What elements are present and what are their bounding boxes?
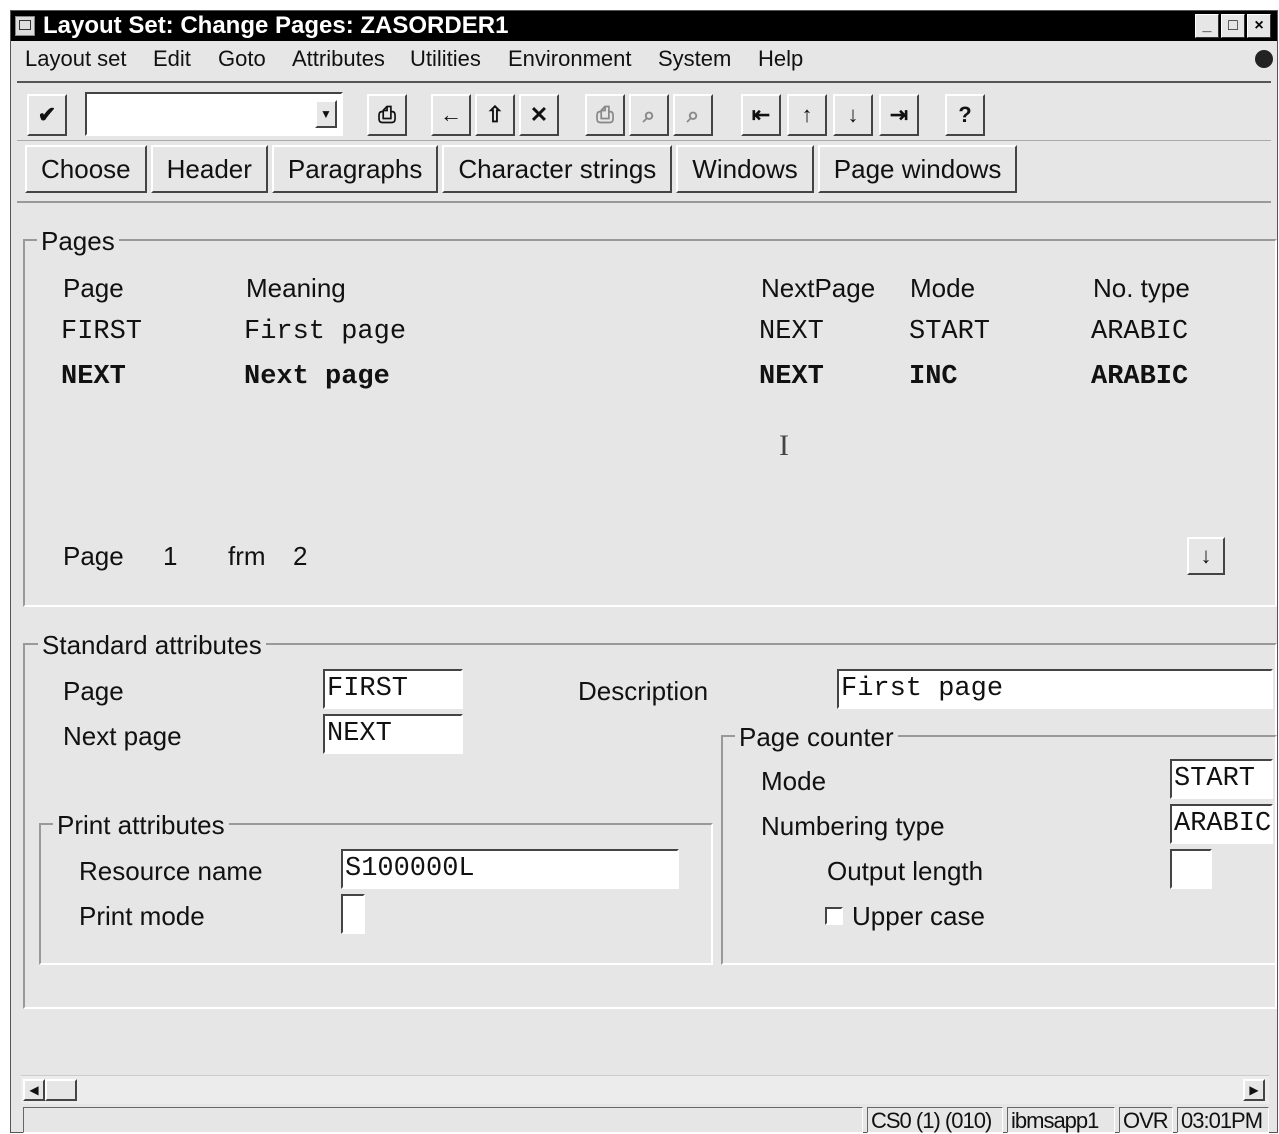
sap-window: Layout Set: Change Pages: ZASORDER1 _ □ … bbox=[10, 10, 1278, 1133]
print-mode-field[interactable] bbox=[341, 894, 365, 934]
page-field[interactable]: FIRST bbox=[323, 669, 463, 709]
header-button[interactable]: Header bbox=[150, 145, 268, 193]
status-insert-mode[interactable]: OVR bbox=[1119, 1107, 1173, 1133]
scroll-thumb[interactable] bbox=[45, 1079, 77, 1101]
exit-up-icon[interactable]: ⇧ bbox=[475, 94, 515, 136]
previous-page-icon[interactable]: ↑ bbox=[787, 94, 827, 136]
sap-app-icon[interactable] bbox=[15, 16, 35, 36]
next-page-label: Next page bbox=[63, 721, 182, 751]
col-header-number-type: No. type bbox=[1093, 273, 1190, 303]
save-icon[interactable]: ⎙ bbox=[367, 94, 407, 136]
menu-edit[interactable]: Edit bbox=[153, 44, 191, 74]
close-button[interactable]: × bbox=[1247, 14, 1271, 38]
numbering-type-field[interactable]: ARABIC bbox=[1170, 804, 1273, 844]
standard-attributes-title: Standard attributes bbox=[38, 631, 266, 659]
upper-case-label: Upper case bbox=[852, 901, 985, 931]
scroll-right-icon[interactable]: ▶ bbox=[1243, 1079, 1265, 1101]
title-bar: Layout Set: Change Pages: ZASORDER1 _ □ … bbox=[11, 11, 1277, 41]
col-header-nextpage: NextPage bbox=[761, 273, 876, 303]
print-attributes-title: Print attributes bbox=[53, 811, 229, 839]
paragraphs-button[interactable]: Paragraphs bbox=[271, 145, 439, 193]
row-nextpage: NEXT bbox=[759, 362, 824, 392]
first-page-icon[interactable]: ⇤ bbox=[741, 94, 781, 136]
pager-label: Page bbox=[63, 541, 124, 571]
windows-button[interactable]: Windows bbox=[676, 145, 814, 193]
menu-layout-set[interactable]: Layout set bbox=[25, 44, 127, 74]
find-next-icon[interactable]: ⌕ bbox=[673, 94, 713, 136]
menu-utilities[interactable]: Utilities bbox=[410, 44, 481, 74]
pager-total: 2 bbox=[293, 541, 308, 571]
description-field[interactable]: First page bbox=[837, 669, 1273, 709]
help-icon[interactable]: ? bbox=[945, 94, 985, 136]
page-counter-title: Page counter bbox=[735, 723, 898, 751]
character-strings-button[interactable]: Character strings bbox=[442, 145, 673, 193]
status-bar: CS0 (1) (010) ibmsapp1 OVR 03:01PM bbox=[17, 1105, 1273, 1133]
row-number-type: ARABIC bbox=[1091, 317, 1189, 347]
divider bbox=[17, 201, 1271, 203]
cancel-icon[interactable]: ✕ bbox=[519, 94, 559, 136]
menu-help[interactable]: Help bbox=[758, 44, 803, 74]
row-meaning: First page bbox=[244, 317, 407, 347]
row-number-type: ARABIC bbox=[1091, 362, 1189, 392]
find-icon[interactable]: ⌕ bbox=[629, 94, 669, 136]
col-header-mode: Mode bbox=[910, 273, 976, 303]
last-page-icon[interactable]: ⇥ bbox=[879, 94, 919, 136]
status-system: CS0 (1) (010) bbox=[867, 1107, 1003, 1133]
pages-frame-title: Pages bbox=[37, 227, 119, 255]
numbering-type-label: Numbering type bbox=[761, 811, 945, 841]
description-label: Description bbox=[578, 676, 709, 706]
page-down-icon[interactable]: ↓ bbox=[1187, 537, 1225, 575]
row-mode: START bbox=[909, 317, 991, 347]
choose-button[interactable]: Choose bbox=[25, 145, 147, 193]
minimize-button[interactable]: _ bbox=[1195, 14, 1219, 38]
text-cursor-icon: I bbox=[779, 429, 789, 462]
maximize-button[interactable]: □ bbox=[1221, 14, 1245, 38]
application-toolbar: Choose Header Paragraphs Character strin… bbox=[25, 145, 1021, 195]
status-message bbox=[23, 1107, 863, 1133]
command-field[interactable]: ▼ bbox=[85, 92, 343, 136]
mode-field[interactable]: START bbox=[1170, 759, 1273, 799]
chevron-down-icon[interactable]: ▼ bbox=[315, 100, 337, 128]
output-length-label: Output length bbox=[827, 856, 984, 886]
resource-name-label: Resource name bbox=[79, 856, 263, 886]
mode-label: Mode bbox=[761, 766, 827, 796]
menu-environment[interactable]: Environment bbox=[508, 44, 632, 74]
menu-goto[interactable]: Goto bbox=[218, 44, 266, 74]
row-nextpage: NEXT bbox=[759, 317, 824, 347]
output-length-field[interactable] bbox=[1170, 849, 1212, 889]
next-page-icon[interactable]: ↓ bbox=[833, 94, 873, 136]
pages-frame bbox=[23, 239, 1277, 607]
row-meaning: Next page bbox=[244, 362, 390, 392]
window-title: Layout Set: Change Pages: ZASORDER1 bbox=[43, 12, 509, 39]
resource-name-field[interactable]: S100000L bbox=[341, 849, 679, 889]
col-header-page: Page bbox=[63, 273, 124, 303]
print-attributes-frame bbox=[39, 823, 713, 965]
col-header-meaning: Meaning bbox=[246, 273, 346, 303]
system-exit-icon[interactable] bbox=[1255, 50, 1273, 68]
row-mode: INC bbox=[909, 362, 958, 392]
enter-check-icon[interactable]: ✔ bbox=[27, 94, 67, 136]
pager-frm-label: frm bbox=[228, 541, 266, 571]
scroll-left-icon[interactable]: ◀ bbox=[23, 1079, 45, 1101]
print-icon[interactable]: ⎙ bbox=[585, 94, 625, 136]
horizontal-scrollbar[interactable]: ◀ ▶ bbox=[21, 1075, 1269, 1104]
menu-attributes[interactable]: Attributes bbox=[292, 44, 385, 74]
menu-bar: Layout set Edit Goto Attributes Utilitie… bbox=[11, 44, 1277, 76]
page-label: Page bbox=[63, 676, 124, 706]
pager-current: 1 bbox=[163, 541, 178, 571]
status-time: 03:01PM bbox=[1177, 1107, 1269, 1133]
print-mode-label: Print mode bbox=[79, 901, 205, 931]
row-page: FIRST bbox=[61, 317, 143, 347]
standard-toolbar: ✔ ▼ ⎙ ← ⇧ ✕ ⎙ ⌕ ⌕ ⇤ ↑ ↓ ⇥ ? bbox=[17, 81, 1271, 141]
menu-system[interactable]: System bbox=[658, 44, 731, 74]
back-icon[interactable]: ← bbox=[431, 94, 471, 136]
next-page-field[interactable]: NEXT bbox=[323, 714, 463, 754]
status-server: ibmsapp1 bbox=[1007, 1107, 1115, 1133]
page-windows-button[interactable]: Page windows bbox=[817, 145, 1018, 193]
row-page: NEXT bbox=[61, 362, 126, 392]
upper-case-checkbox[interactable] bbox=[825, 907, 843, 925]
